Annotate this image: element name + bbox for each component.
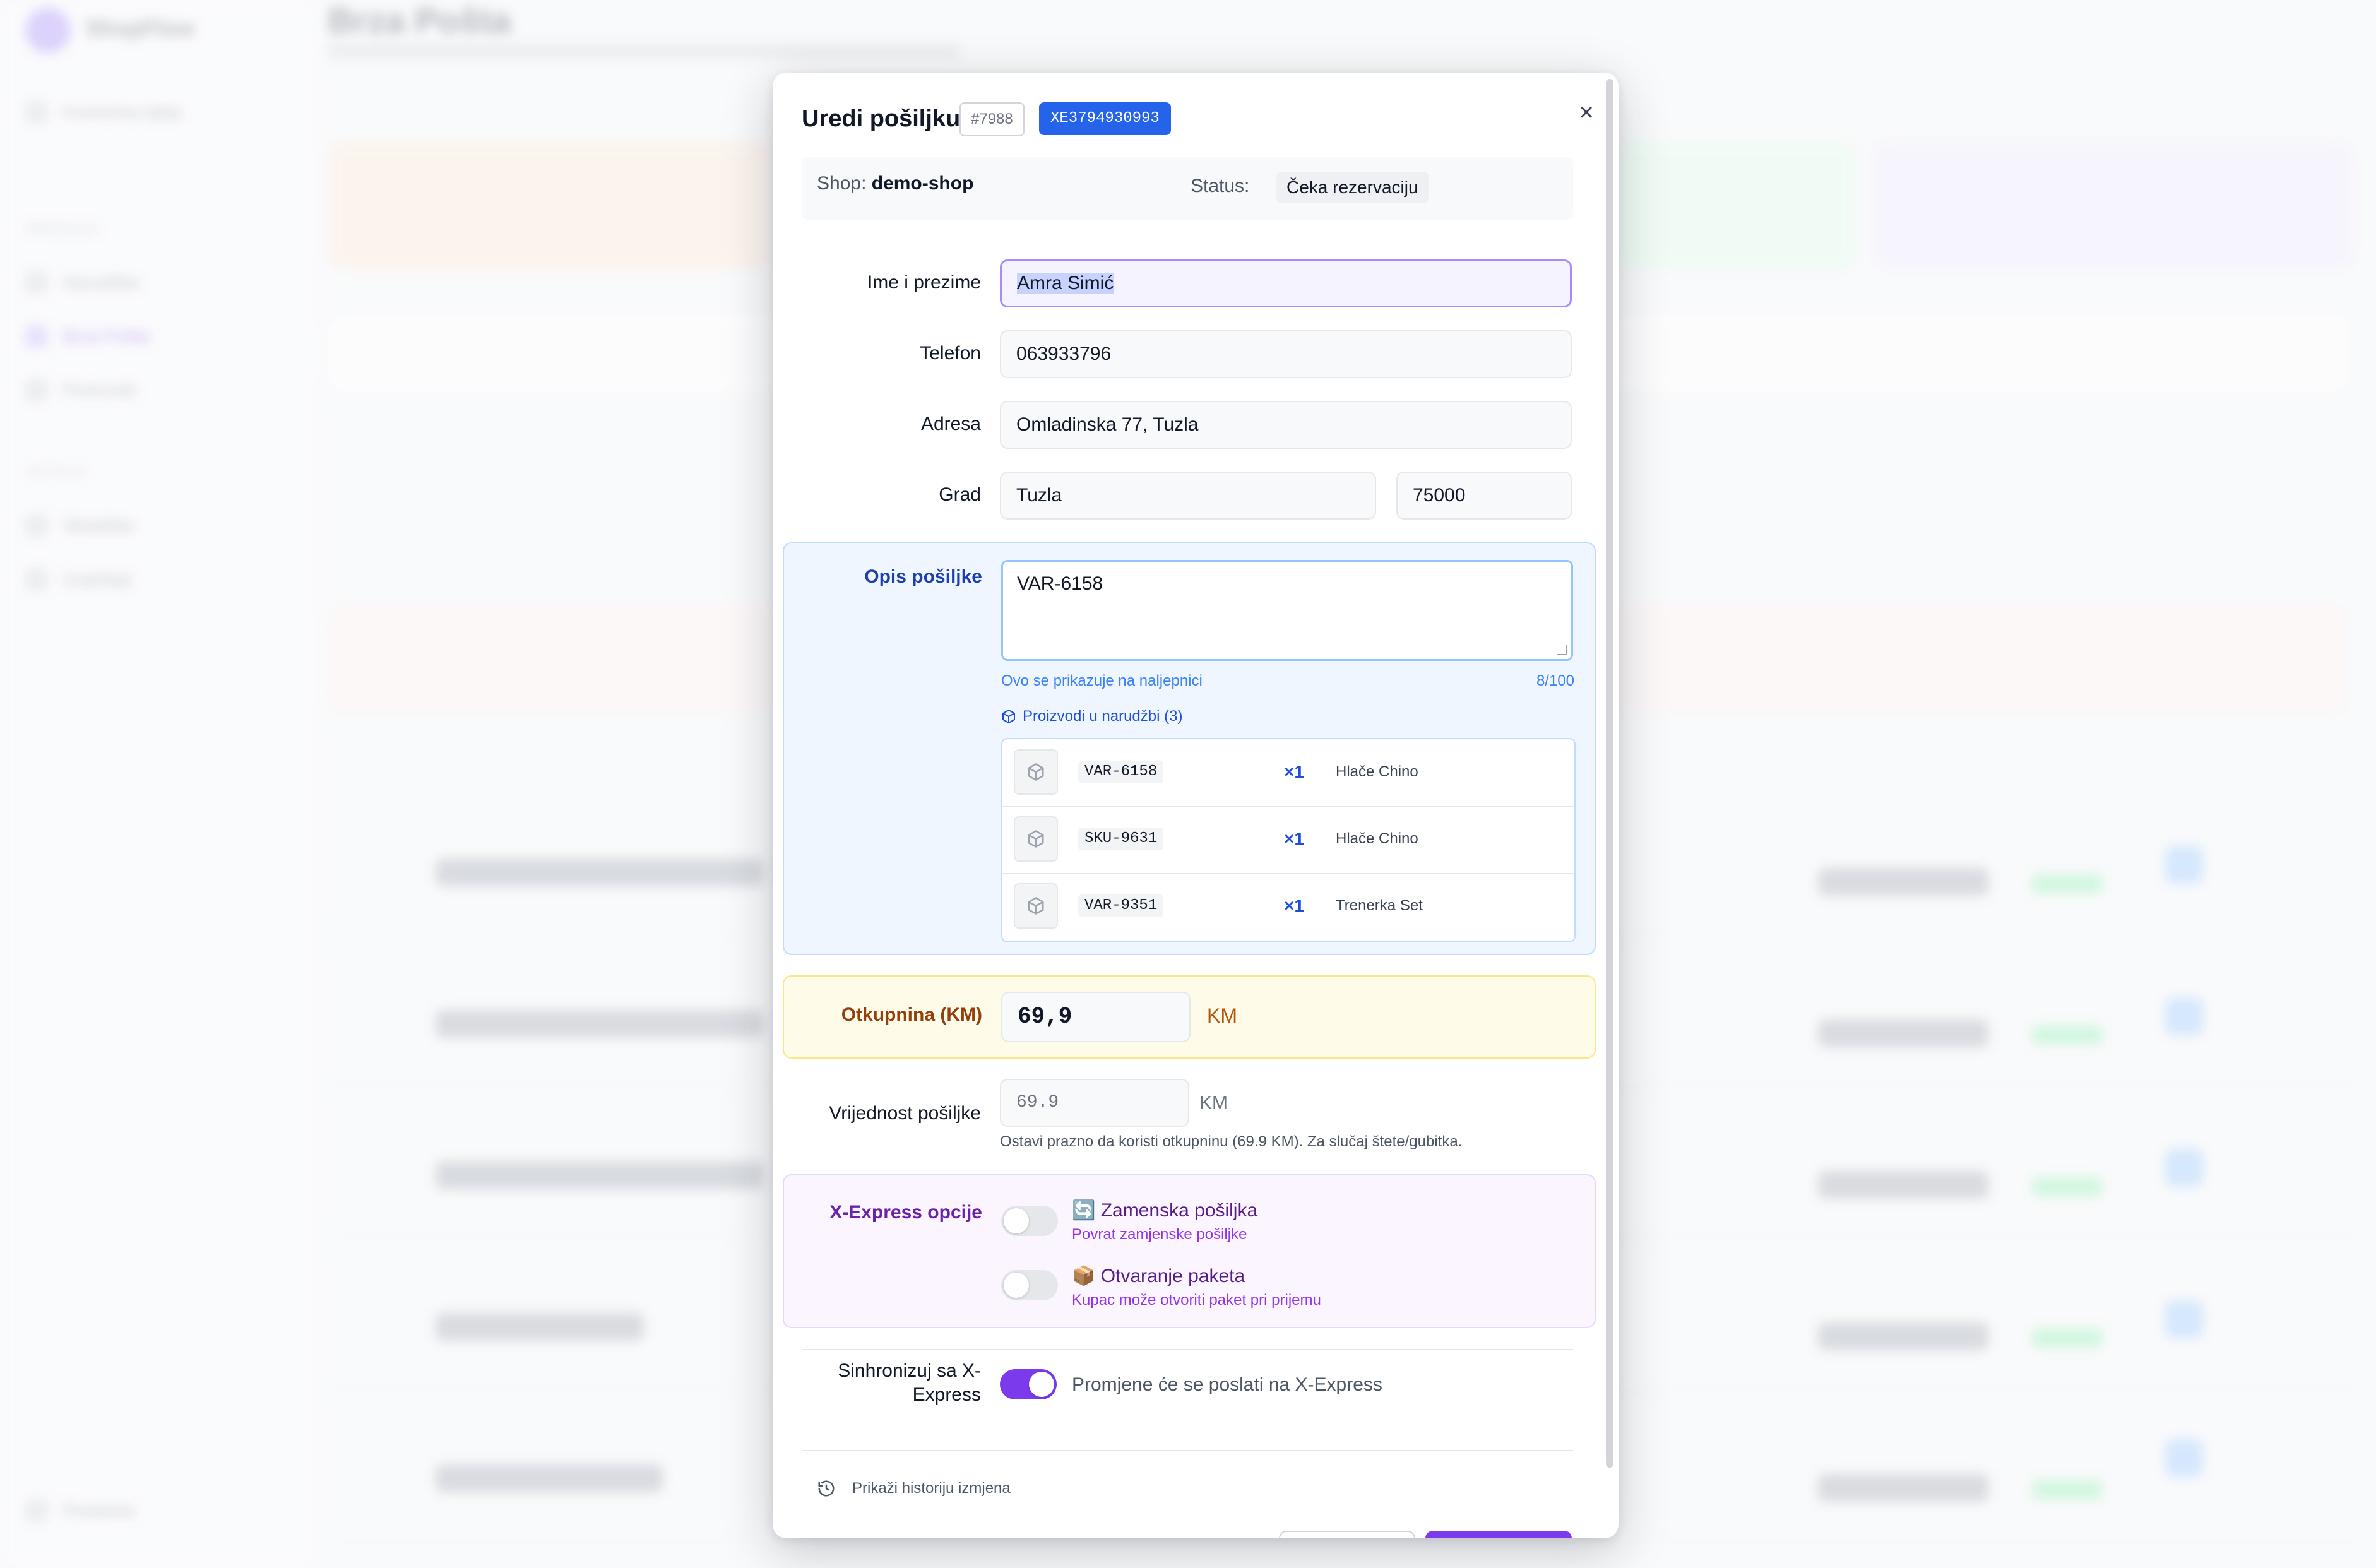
sync-label: Sinhronizuj sa X-Express bbox=[838, 1360, 981, 1405]
history-icon bbox=[818, 1480, 835, 1497]
status-badge: Čeka rezervaciju bbox=[1276, 172, 1429, 203]
package-icon bbox=[1002, 709, 1015, 724]
cod-section: Otkupnina (KM) 69,9 KM bbox=[783, 975, 1596, 1059]
xexpress-label: X-Express opcije bbox=[829, 1202, 982, 1223]
replacement-shipment-toggle[interactable] bbox=[1001, 1206, 1058, 1236]
package-icon bbox=[1014, 749, 1058, 795]
cod-input[interactable]: 69,9 bbox=[1001, 992, 1191, 1042]
xexpress-options-section: X-Express opcije 🔄 Zamenska pošiljka Pov… bbox=[783, 1174, 1596, 1328]
phone-field[interactable]: 063933796 bbox=[1000, 330, 1572, 378]
address-label: Adresa bbox=[920, 413, 981, 434]
cod-unit: KM bbox=[1207, 1004, 1237, 1027]
save-button[interactable] bbox=[1425, 1531, 1572, 1538]
show-history-link[interactable]: Prikaži historiju izmjena bbox=[817, 1479, 1011, 1498]
description-section: Opis pošiljke VAR-6158 Ovo se prikazuje … bbox=[783, 542, 1596, 955]
name-field[interactable]: Amra Simić bbox=[1000, 259, 1572, 307]
refresh-icon: 🔄 bbox=[1072, 1200, 1096, 1221]
modal-scrollbar[interactable] bbox=[1606, 79, 1613, 1468]
cancel-button[interactable] bbox=[1279, 1531, 1415, 1538]
value-unit: KM bbox=[1199, 1093, 1228, 1114]
value-hint: Ostavi prazno da koristi otkupninu (69.9… bbox=[1000, 1133, 1463, 1150]
order-id-badge: #7988 bbox=[959, 102, 1025, 136]
city-label: Grad bbox=[939, 484, 981, 505]
open-package-title: 📦 Otvaranje paketa bbox=[1072, 1266, 1245, 1286]
status-label: Status: bbox=[1191, 175, 1250, 196]
divider bbox=[802, 1349, 1573, 1350]
description-hint: Ovo se prikazuje na naljepnici bbox=[1001, 672, 1203, 689]
product-sku: VAR-9351 bbox=[1078, 894, 1164, 917]
description-label: Opis pošiljke bbox=[864, 566, 982, 587]
product-sku: SKU-9631 bbox=[1078, 828, 1164, 850]
close-icon[interactable]: × bbox=[1564, 90, 1608, 134]
divider bbox=[802, 1450, 1573, 1451]
package-icon bbox=[1014, 816, 1058, 862]
product-name: Hlače Chino bbox=[1336, 763, 1418, 780]
open-package-toggle[interactable] bbox=[1001, 1270, 1058, 1300]
product-sku: VAR-6158 bbox=[1078, 761, 1164, 783]
shop-name: demo-shop bbox=[871, 173, 974, 194]
products-table: VAR-6158 ×1 Hlače Chino SKU-9631 ×1 Hlač… bbox=[1001, 738, 1576, 942]
box-icon: 📦 bbox=[1072, 1266, 1096, 1286]
replacement-shipment-subtitle: Povrat zamjenske pošiljke bbox=[1072, 1226, 1247, 1243]
sync-description: Promjene će se poslati na X-Express bbox=[1072, 1374, 1382, 1395]
product-row: SKU-9631 ×1 Hlače Chino bbox=[1002, 806, 1574, 874]
resize-handle-icon[interactable] bbox=[1557, 645, 1567, 655]
postal-code-field[interactable]: 75000 bbox=[1396, 472, 1572, 520]
value-input[interactable]: 69.9 bbox=[1000, 1079, 1189, 1127]
value-label: Vrijednost pošiljke bbox=[829, 1103, 981, 1124]
city-field[interactable]: Tuzla bbox=[1000, 472, 1376, 520]
products-heading[interactable]: Proizvodi u narudžbi (3) bbox=[1001, 708, 1182, 725]
open-package-subtitle: Kupac može otvoriti paket pri prijemu bbox=[1072, 1292, 1321, 1309]
address-field[interactable]: Omladinska 77, Tuzla bbox=[1000, 401, 1572, 449]
description-counter: 8/100 bbox=[1536, 672, 1574, 689]
product-name: Hlače Chino bbox=[1336, 830, 1418, 847]
product-row: VAR-6158 ×1 Hlače Chino bbox=[1002, 739, 1574, 807]
replacement-shipment-title: 🔄 Zamenska pošiljka bbox=[1072, 1200, 1258, 1221]
phone-label: Telefon bbox=[920, 343, 981, 364]
name-value: Amra Simić bbox=[1017, 273, 1114, 294]
description-textarea[interactable]: VAR-6158 bbox=[1001, 560, 1573, 661]
package-icon bbox=[1014, 883, 1058, 929]
name-label: Ime i prezime bbox=[867, 272, 981, 293]
modal-title: Uredi pošiljku bbox=[802, 105, 961, 132]
product-qty: ×1 bbox=[1284, 829, 1304, 848]
product-qty: ×1 bbox=[1284, 762, 1304, 781]
shipment-info-bar: Shop: demo-shop Status: Čeka rezervaciju bbox=[802, 157, 1573, 220]
edit-shipment-modal: Uredi pošiljku #7988 XE3794930993 × Shop… bbox=[773, 73, 1619, 1538]
tracking-code-badge[interactable]: XE3794930993 bbox=[1039, 102, 1171, 135]
shop-info: Shop: demo-shop bbox=[817, 173, 974, 194]
sync-toggle[interactable] bbox=[1000, 1369, 1057, 1399]
product-row: VAR-9351 ×1 Trenerka Set bbox=[1002, 873, 1574, 940]
product-qty: ×1 bbox=[1284, 896, 1304, 915]
cod-label: Otkupnina (KM) bbox=[841, 1004, 982, 1025]
product-name: Trenerka Set bbox=[1336, 897, 1423, 914]
